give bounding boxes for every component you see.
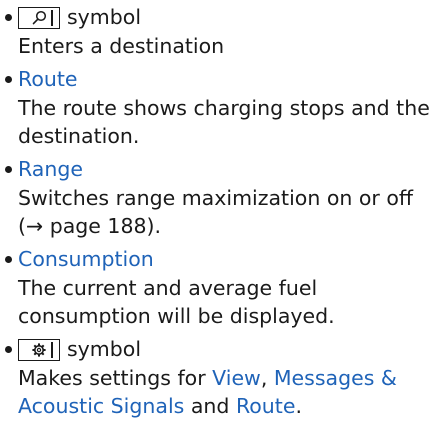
bullet-icon — [5, 346, 12, 353]
desc-text: Makes settings for — [18, 366, 213, 390]
keybox-divider — [51, 10, 53, 26]
link-route[interactable]: Route — [236, 394, 296, 418]
search-icon — [18, 7, 60, 29]
item-label: symbol — [67, 5, 142, 29]
list-item-consumption: Consumption — [0, 244, 443, 274]
item-description: The current and average fuel consumption… — [18, 276, 335, 328]
item-description: Switches range maximization on or off (→… — [18, 186, 414, 238]
bullet-icon — [5, 76, 12, 83]
item-label: symbol — [67, 337, 142, 361]
item-heading-consumption: Consumption — [18, 247, 154, 271]
link-view[interactable]: View — [212, 366, 261, 390]
item-heading-range: Range — [18, 157, 83, 181]
desc-text: and — [184, 394, 236, 418]
list-item-settings-symbol: symbol — [0, 334, 443, 364]
desc-text: . — [295, 394, 302, 418]
document-body: symbol Enters a destination Route The ro… — [0, 0, 443, 424]
bullet-icon — [5, 166, 12, 173]
bullet-icon — [5, 256, 12, 263]
desc-text: , — [260, 366, 274, 390]
item-description: The route shows charging stops and the d… — [18, 96, 430, 148]
item-description: Enters a destination — [18, 34, 225, 58]
list-item-search-symbol: symbol — [0, 2, 443, 32]
bullet-icon — [5, 14, 12, 21]
list-item-range: Range — [0, 154, 443, 184]
item-description-settings: Makes settings for View, Messages & Acou… — [0, 364, 443, 420]
search-glyph — [32, 10, 47, 25]
item-heading-route: Route — [18, 67, 78, 91]
gear-glyph — [32, 343, 46, 357]
gear-icon — [18, 339, 60, 361]
keybox-divider — [51, 342, 53, 358]
list-item-route: Route — [0, 64, 443, 94]
